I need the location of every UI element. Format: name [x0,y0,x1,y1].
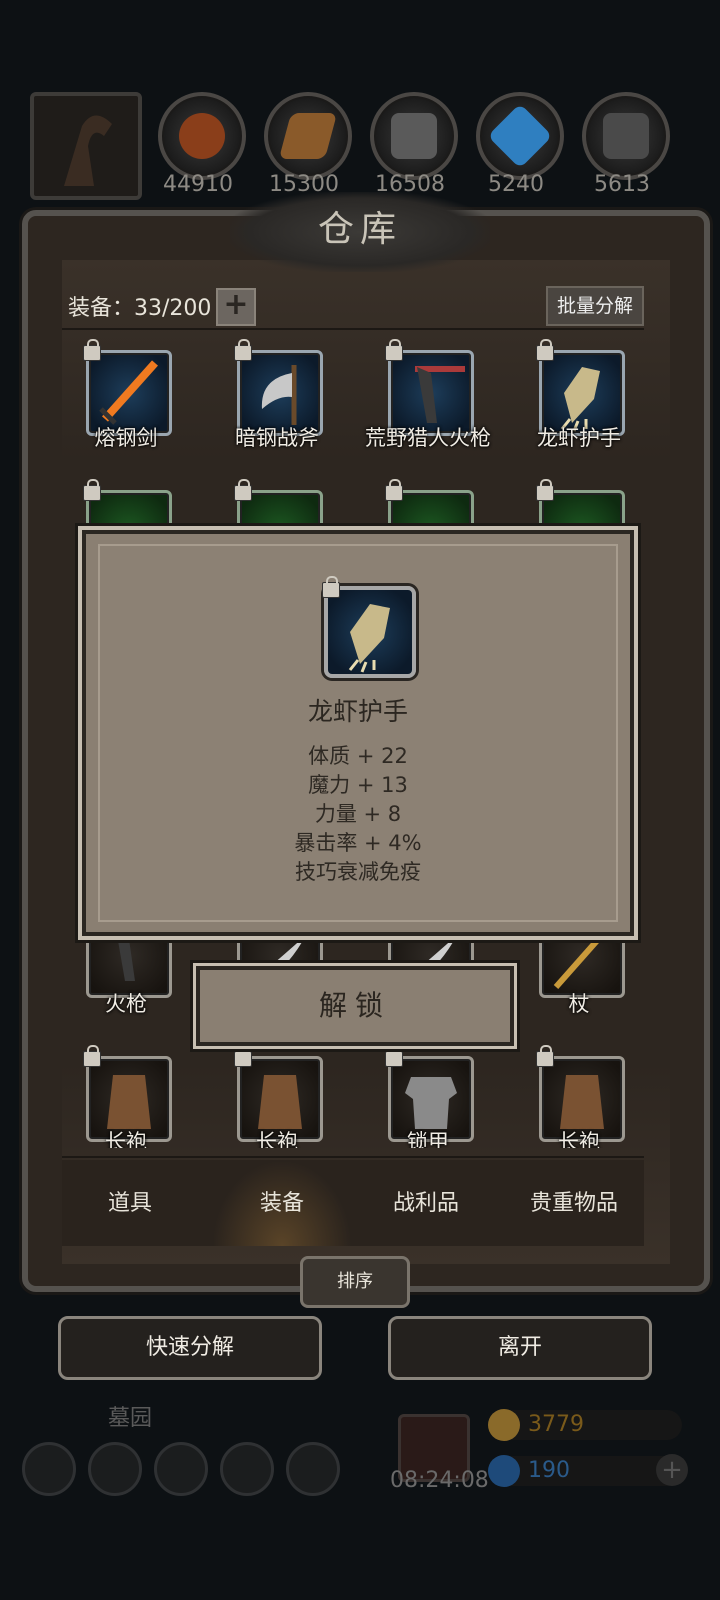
item-label: 龙虾护手 [537,426,621,450]
game-screen: { "resources": [ {"name": "ore", "count"… [0,0,720,1600]
lock-icon [83,1045,101,1067]
item-label: 火枪 [105,992,147,1016]
lock-icon [536,479,554,501]
settings-icon[interactable] [22,1442,76,1496]
resource-slot-ore[interactable] [158,92,246,180]
batch-dismantle-button[interactable]: 批量分解 [546,286,644,326]
item-detail-popup: 龙虾护手 体质 + 22 魔力 + 13 力量 + 8 暴击率 + 4% 技巧衰… [82,530,634,936]
lock-icon [234,479,252,501]
item-name: 龙虾护手 [307,697,408,726]
stat-constitution: 体质 + 22 [308,744,408,768]
tab-items[interactable]: 道具 [60,1185,200,1217]
location-label: 墓园 [108,1406,153,1431]
ore-icon [179,113,225,159]
gauntlet-icon [322,576,416,678]
warehouse-title: 仓库 [317,209,402,250]
timer-text: 08:24:08 [390,1468,489,1493]
gem-amount: 190 [528,1458,570,1483]
resource-slot-stone[interactable] [582,92,670,180]
item-label: 锁甲 [407,1130,449,1148]
iron-ingot-icon [391,113,437,159]
lock-icon [385,479,403,501]
resource-count-stone: 5613 [594,172,650,197]
resource-slot-wood[interactable] [264,92,352,180]
lock-icon [83,479,101,501]
lock-icon [536,339,554,361]
sword-icon [99,360,158,425]
guild-icon[interactable] [286,1442,340,1496]
gem-icon [488,1455,520,1487]
lock-icon [234,339,252,361]
character-portrait[interactable] [30,92,142,200]
gold-amount: 3779 [528,1412,584,1437]
lock-icon [322,576,340,598]
stat-strength: 力量 + 8 [314,802,402,826]
stat-magic: 魔力 + 13 [308,773,408,797]
quick-dismantle-button[interactable]: 快速分解 [58,1316,322,1380]
lock-icon [385,339,403,361]
lock-icon [234,1045,252,1067]
gold-coin-icon [488,1409,520,1441]
stone-icon [603,113,649,159]
lock-icon [83,339,101,361]
wood-icon [278,113,338,159]
item-label: 暗钢战斧 [235,426,319,450]
crystal-icon [487,103,553,169]
resource-slot-iron[interactable] [370,92,458,180]
sort-button[interactable]: 排序 [300,1256,410,1308]
battle-axe-icon [261,365,297,425]
resource-slot-crystal[interactable] [476,92,564,180]
lock-icon [536,1045,554,1067]
musket-icon [415,366,465,423]
tab-loot[interactable]: 战利品 [356,1185,496,1217]
tab-valuables[interactable]: 贵重物品 [504,1185,644,1217]
lock-icon [385,1045,403,1067]
stat-crit-rate: 暴击率 + 4% [294,831,422,855]
equipment-capacity: 装备：33/200 [68,296,212,321]
unlock-button[interactable]: 解锁 [196,966,514,1046]
item-label: 杖 [568,992,590,1016]
expand-capacity-button[interactable]: + [216,288,256,326]
menu-icon[interactable] [88,1442,142,1496]
map-icon[interactable] [220,1442,274,1496]
item-label: 长袍 [558,1130,600,1148]
item-label: 熔钢剑 [94,426,158,450]
leave-button[interactable]: 离开 [388,1316,652,1380]
item-label: 荒野猎人火枪 [365,426,491,450]
hooded-figure-icon [64,115,112,186]
item-label: 长袍 [256,1130,298,1148]
gauntlet-icon [560,367,600,432]
item-label: 长袍 [105,1130,147,1148]
skills-icon[interactable] [154,1442,208,1496]
stat-immunity: 技巧衰减免疫 [295,860,421,884]
tab-equipment[interactable]: 装备 [212,1185,352,1217]
add-currency-icon[interactable]: + [656,1454,688,1486]
